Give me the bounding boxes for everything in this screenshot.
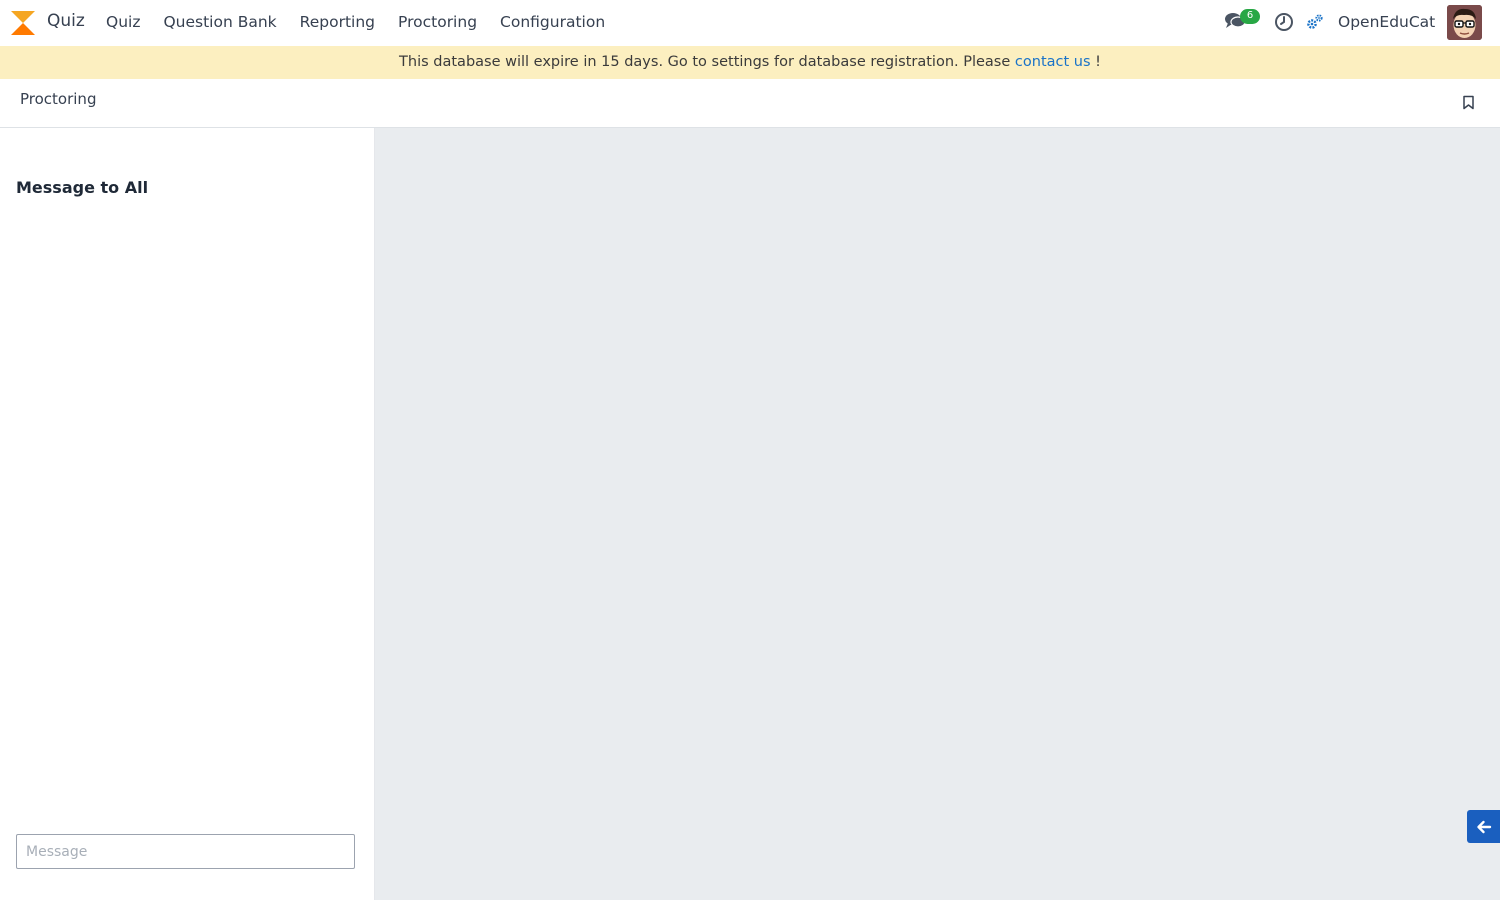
breadcrumb-current: Proctoring	[20, 90, 97, 108]
clock-icon[interactable]	[1274, 12, 1294, 32]
company-switcher[interactable]: OpenEduCat	[1338, 13, 1435, 31]
app-logo-icon[interactable]	[9, 9, 37, 37]
arrow-left-icon	[1476, 820, 1491, 833]
banner-suffix: !	[1090, 54, 1101, 70]
messages-count-badge: 6	[1240, 9, 1260, 24]
control-panel: Proctoring	[0, 79, 1500, 128]
proctoring-main-area	[375, 128, 1500, 900]
menu-item-reporting[interactable]: Reporting	[300, 13, 375, 31]
menu-item-configuration[interactable]: Configuration	[500, 13, 605, 31]
menu-item-question-bank[interactable]: Question Bank	[163, 13, 276, 31]
top-navbar: Quiz Quiz Question Bank Reporting Procto…	[0, 0, 1500, 46]
avatar-face-icon	[1447, 5, 1482, 40]
gear-icon[interactable]	[1306, 13, 1324, 31]
user-avatar[interactable]	[1447, 5, 1482, 40]
bookmark-icon[interactable]	[1462, 95, 1475, 110]
database-expiry-banner: This database will expire in 15 days. Go…	[0, 46, 1500, 79]
panel-title: Message to All	[16, 178, 149, 197]
message-input[interactable]	[16, 834, 355, 869]
banner-text: This database will expire in 15 days. Go…	[399, 54, 1015, 70]
panel-toggle-button[interactable]	[1467, 810, 1500, 843]
app-name[interactable]: Quiz	[47, 11, 85, 31]
menu-item-proctoring[interactable]: Proctoring	[398, 13, 477, 31]
message-panel: Message to All	[0, 128, 375, 900]
menu-item-quiz[interactable]: Quiz	[106, 13, 140, 31]
main-menu: Quiz Question Bank Reporting Proctoring …	[106, 13, 628, 31]
contact-us-link[interactable]: contact us	[1015, 54, 1091, 70]
